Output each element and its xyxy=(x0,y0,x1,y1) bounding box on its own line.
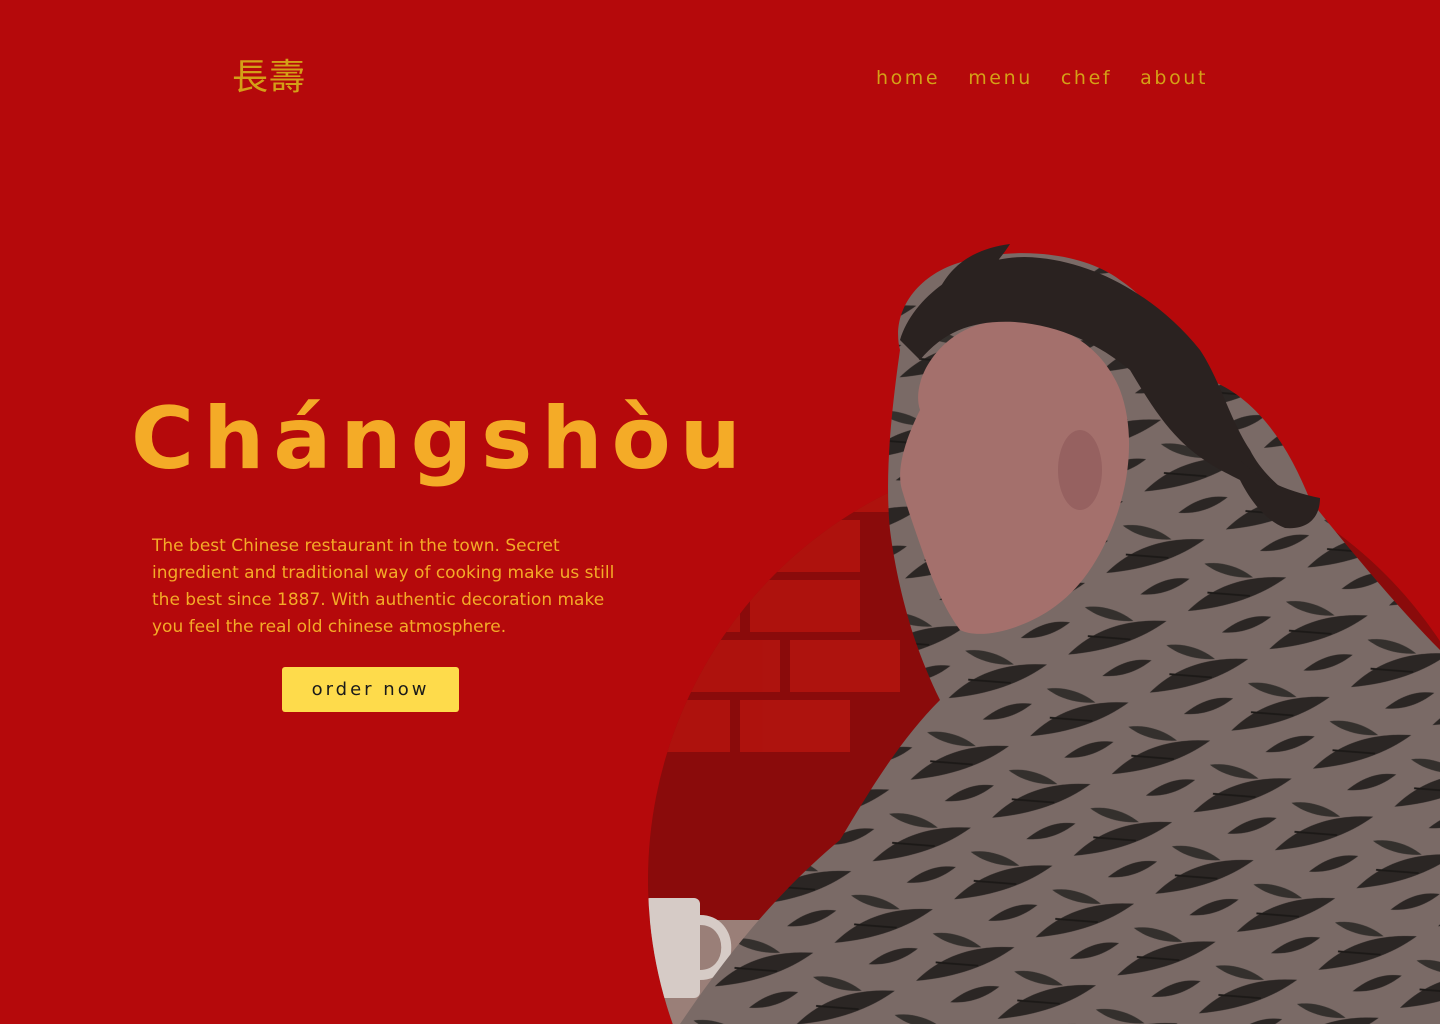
hero-photo xyxy=(560,230,1440,1024)
nav-home-link[interactable]: home xyxy=(876,64,940,92)
main-nav: home menu chef about xyxy=(876,64,1208,92)
nav-about-link[interactable]: about xyxy=(1140,64,1208,92)
nav-chef-link[interactable]: chef xyxy=(1061,64,1112,92)
logo[interactable]: 長壽 xyxy=(232,56,306,100)
order-now-button[interactable]: order now xyxy=(282,667,459,712)
nav-menu-link[interactable]: menu xyxy=(968,64,1033,92)
hero-description: The best Chinese restaurant in the town.… xyxy=(152,536,615,637)
